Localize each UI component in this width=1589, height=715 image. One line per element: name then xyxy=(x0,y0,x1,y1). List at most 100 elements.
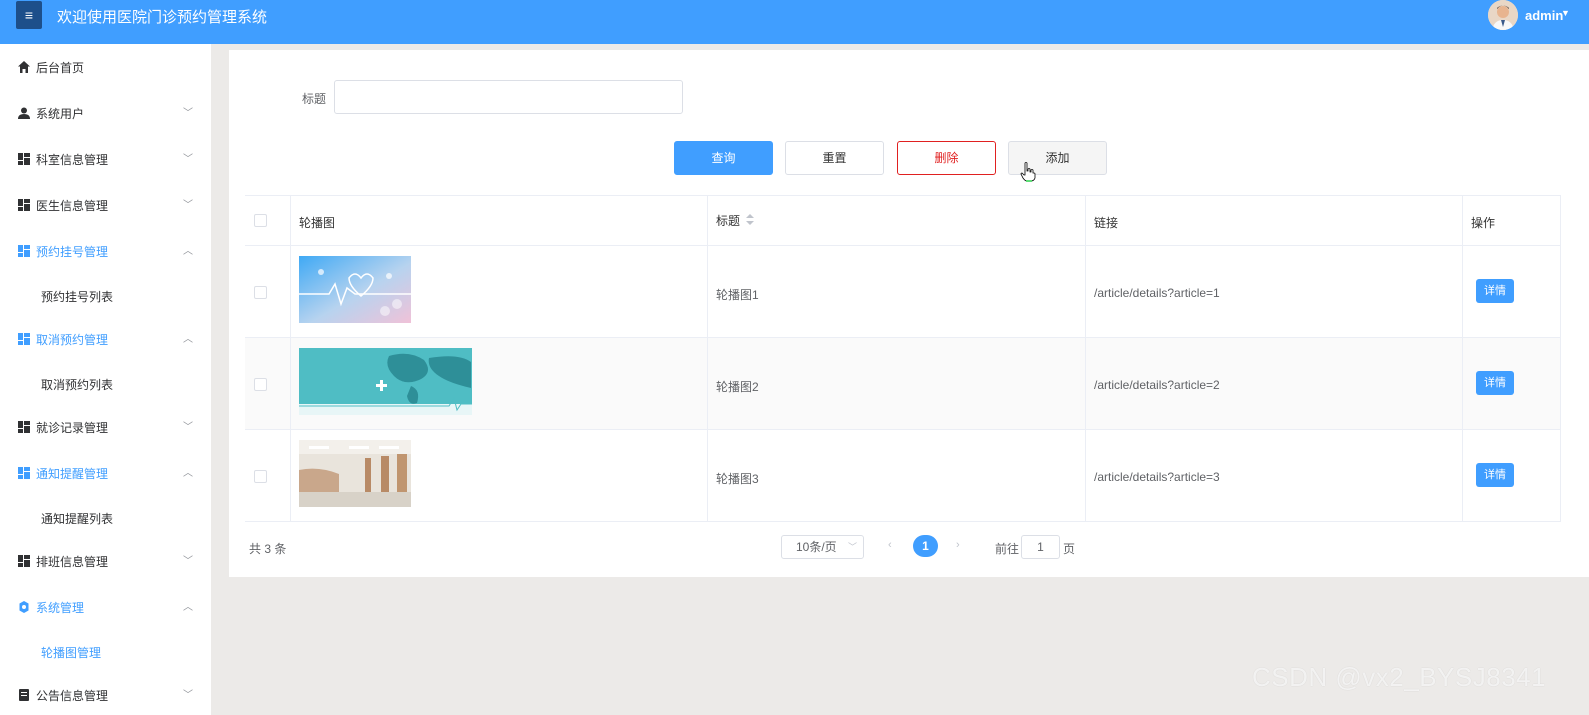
sidebar-item-label: 预约挂号列表 xyxy=(41,290,114,304)
sidebar-item-label: 通知提醒管理 xyxy=(36,467,109,481)
sort-icon[interactable] xyxy=(746,214,754,225)
sidebar-item-label: 取消预约管理 xyxy=(36,333,109,347)
goto-label: 前往 xyxy=(995,542,1020,556)
carousel-thumbnail xyxy=(299,256,411,323)
chevron-up-icon: ︿ xyxy=(183,246,193,257)
grid-icon xyxy=(18,467,30,479)
grid-icon xyxy=(18,245,30,257)
hamburger-icon[interactable]: ≡ xyxy=(16,1,42,29)
row-checkbox[interactable] xyxy=(254,286,267,299)
chevron-up-icon: ︿ xyxy=(183,468,193,479)
avatar[interactable] xyxy=(1488,0,1518,30)
chevron-down-icon: ﹀ xyxy=(183,690,193,701)
reset-button[interactable]: 重置 xyxy=(785,141,884,175)
sidebar-item-cancel-appointment[interactable]: 取消预约管理 ︿ xyxy=(0,316,211,362)
page-size-value: 10条/页 xyxy=(796,540,837,554)
sidebar-item-label: 医生信息管理 xyxy=(36,199,109,213)
chevron-down-icon: ﹀ xyxy=(183,556,193,567)
sidebar-item-system-users[interactable]: 系统用户 ﹀ xyxy=(0,90,211,136)
chevron-up-icon: ︿ xyxy=(183,602,193,613)
sidebar-subitem-carousel[interactable]: 轮播图管理 xyxy=(0,630,211,674)
sidebar-item-label: 通知提醒列表 xyxy=(41,512,114,526)
sidebar-item-system-management[interactable]: 系统管理 ︿ xyxy=(0,584,211,630)
table-row: 轮播图3 /article/details?article=3 详情 xyxy=(245,430,1561,522)
prev-page-icon[interactable]: ‹ xyxy=(888,539,892,551)
detail-button[interactable]: 详情 xyxy=(1476,371,1514,395)
delete-button[interactable]: 删除 xyxy=(897,141,996,175)
sidebar-item-label: 轮播图管理 xyxy=(41,646,102,660)
carousel-thumbnail xyxy=(299,440,411,507)
query-button[interactable]: 查询 xyxy=(674,141,773,175)
row-checkbox[interactable] xyxy=(254,470,267,483)
sidebar-item-label: 系统管理 xyxy=(36,601,85,615)
sidebar-item-label: 科室信息管理 xyxy=(36,153,109,167)
grid-icon xyxy=(18,199,30,211)
sidebar-item-doctor[interactable]: 医生信息管理 ﹀ xyxy=(0,182,211,228)
sidebar-item-label: 排班信息管理 xyxy=(36,555,109,569)
user-name[interactable]: admin xyxy=(1525,8,1563,23)
sidebar-item-label: 取消预约列表 xyxy=(41,378,114,392)
chevron-down-icon: ﹀ xyxy=(183,200,193,211)
sidebar-item-appointment[interactable]: 预约挂号管理 ︿ xyxy=(0,228,211,274)
chevron-up-icon: ︿ xyxy=(183,334,193,345)
table-header: 轮播图 标题 链接 操作 xyxy=(245,196,1561,246)
sidebar-subitem-notification-list[interactable]: 通知提醒列表 xyxy=(0,496,211,540)
row-title: 轮播图1 xyxy=(716,288,759,302)
page-size-select[interactable]: 10条/页 ﹀ xyxy=(781,535,864,559)
sidebar-subitem-appointment-list[interactable]: 预约挂号列表 xyxy=(0,274,211,318)
title-search-input[interactable] xyxy=(334,80,683,114)
page-number[interactable]: 1 xyxy=(913,535,938,557)
row-title: 轮播图3 xyxy=(716,472,759,486)
row-link: /article/details?article=1 xyxy=(1094,286,1220,300)
select-all-checkbox[interactable] xyxy=(254,214,267,227)
row-checkbox[interactable] xyxy=(254,378,267,391)
sidebar-item-label: 系统用户 xyxy=(36,107,85,121)
user-icon xyxy=(18,107,30,119)
chevron-down-icon: ﹀ xyxy=(183,108,193,119)
chevron-down-icon: ﹀ xyxy=(183,422,193,433)
app-title: 欢迎使用医院门诊预约管理系统 xyxy=(57,9,268,26)
sidebar-item-visit-records[interactable]: 就诊记录管理 ﹀ xyxy=(0,404,211,450)
column-header-title[interactable]: 标题 xyxy=(716,212,740,229)
table-row: 轮播图2 /article/details?article=2 详情 xyxy=(245,338,1561,430)
detail-button[interactable]: 详情 xyxy=(1476,279,1514,303)
carousel-table: 轮播图 标题 链接 操作 轮播图1 /article/details?artic… xyxy=(245,195,1561,522)
grid-icon xyxy=(18,421,30,433)
goto-page-input[interactable]: 1 xyxy=(1021,535,1060,559)
sidebar-item-label: 后台首页 xyxy=(36,61,85,75)
sidebar-item-announcement[interactable]: 公告信息管理 ﹀ xyxy=(0,672,211,715)
home-icon xyxy=(18,61,30,73)
sidebar-item-label: 预约挂号管理 xyxy=(36,245,109,259)
sidebar: 后台首页 系统用户 ﹀ 科室信息管理 ﹀ 医生信息管理 ﹀ 预约挂号管理 ︿ 预… xyxy=(0,44,211,715)
grid-icon xyxy=(18,555,30,567)
notice-icon xyxy=(19,689,29,701)
chevron-down-icon[interactable]: ▼ xyxy=(1561,8,1570,18)
search-label: 标题 xyxy=(302,92,327,106)
column-header-image: 轮播图 xyxy=(299,216,336,230)
sidebar-item-home[interactable]: 后台首页 xyxy=(0,44,211,90)
next-page-icon[interactable]: › xyxy=(956,539,960,551)
table-row: 轮播图1 /article/details?article=1 详情 xyxy=(245,246,1561,338)
grid-icon xyxy=(18,153,30,165)
main-content: 标题 查询 重置 删除 添加 轮播图 标题 链接 操作 轮播图1 /articl… xyxy=(229,50,1589,577)
column-header-action: 操作 xyxy=(1471,216,1496,230)
goto-unit: 页 xyxy=(1063,542,1076,556)
watermark: CSDN @vx2_BYSJ8341 xyxy=(1252,662,1547,692)
detail-button[interactable]: 详情 xyxy=(1476,463,1514,487)
sidebar-item-label: 公告信息管理 xyxy=(36,689,109,703)
sidebar-subitem-cancel-list[interactable]: 取消预约列表 xyxy=(0,362,211,406)
carousel-thumbnail xyxy=(299,348,472,415)
sidebar-item-department[interactable]: 科室信息管理 ﹀ xyxy=(0,136,211,182)
settings-icon xyxy=(19,601,29,613)
sidebar-item-schedule[interactable]: 排班信息管理 ﹀ xyxy=(0,538,211,584)
grid-icon xyxy=(18,333,30,345)
top-header: ≡ 欢迎使用医院门诊预约管理系统 admin ▼ xyxy=(0,0,1589,44)
row-link: /article/details?article=3 xyxy=(1094,470,1220,484)
hand-cursor-icon xyxy=(1020,162,1036,182)
row-link: /article/details?article=2 xyxy=(1094,378,1220,392)
sidebar-item-label: 就诊记录管理 xyxy=(36,421,109,435)
sidebar-item-notifications[interactable]: 通知提醒管理 ︿ xyxy=(0,450,211,496)
chevron-down-icon: ﹀ xyxy=(847,542,857,552)
chevron-down-icon: ﹀ xyxy=(183,154,193,165)
column-header-link: 链接 xyxy=(1094,216,1119,230)
